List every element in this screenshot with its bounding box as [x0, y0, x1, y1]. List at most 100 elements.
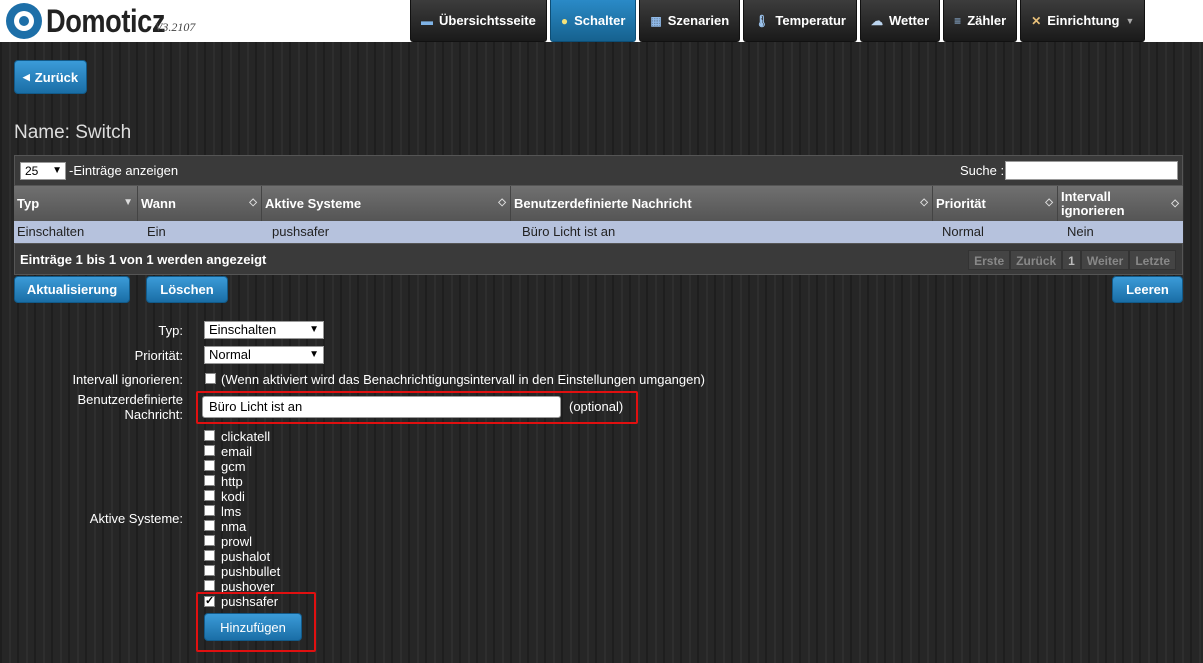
domoticz-logo-icon — [6, 3, 42, 39]
priority-label: Priorität: — [134, 348, 183, 363]
table-header: Typ ▼ Wann ◇ Aktive Systeme ◇ Benutzerde… — [14, 186, 1183, 221]
column-header-priority[interactable]: Priorität ◇ — [933, 186, 1058, 221]
message-input[interactable]: Büro Licht ist an — [202, 396, 561, 418]
search-label: Suche : — [960, 163, 1005, 178]
nav-switches[interactable]: ● Schalter — [549, 0, 637, 42]
pager-next[interactable]: Weiter — [1080, 250, 1130, 270]
column-header-wann[interactable]: Wann ◇ — [138, 186, 262, 221]
thermometer-icon: 🌡 — [754, 13, 770, 28]
type-select[interactable]: Einschalten ▼ — [204, 321, 324, 339]
nav-label: Schalter — [574, 13, 626, 28]
ignore-interval-label: Intervall ignorieren: — [72, 372, 183, 387]
back-button[interactable]: ◀ Zurück — [14, 60, 87, 94]
cell-typ: Einschalten — [17, 224, 85, 239]
system-label: http — [221, 474, 243, 489]
system-checkbox-http[interactable] — [204, 475, 215, 486]
system-label: lms — [221, 504, 242, 519]
top-bar: Domoticz V3.2107 ▬ Übersichtsseite ● Sch… — [0, 0, 1203, 42]
cell-wann: Ein — [147, 224, 166, 239]
column-header-ignore-interval[interactable]: Intervall ignorieren ◇ — [1058, 186, 1183, 221]
nav-label: Temperatur — [775, 13, 846, 28]
add-button[interactable]: Hinzufügen — [204, 613, 302, 641]
system-checkbox-prowl[interactable] — [204, 535, 215, 546]
message-label-line2: Nachricht: — [124, 407, 183, 422]
column-header-typ[interactable]: Typ ▼ — [14, 186, 138, 221]
system-label: clickatell — [221, 429, 271, 444]
tools-icon: ✕ — [1031, 13, 1042, 28]
message-optional-hint: (optional) — [569, 399, 624, 414]
nav-label: Szenarien — [667, 13, 730, 28]
pager-prev[interactable]: Zurück — [1010, 250, 1063, 270]
sort-desc-icon: ▼ — [123, 197, 133, 208]
column-label: Wann — [141, 196, 176, 211]
column-label: Aktive Systeme — [265, 196, 362, 211]
nav-label: Einrichtung — [1047, 13, 1120, 28]
page-size-value: 25 — [25, 164, 39, 178]
sort-icon: ◇ — [1171, 198, 1179, 209]
search-input[interactable] — [1005, 161, 1178, 180]
system-label: pushalot — [221, 549, 271, 564]
system-checkbox-email[interactable] — [204, 445, 215, 456]
cell-ignore-interval: Nein — [1067, 224, 1094, 239]
table-footer: Einträge 1 bis 1 von 1 werden angezeigt … — [14, 243, 1183, 275]
cell-active-systems: pushsafer — [272, 224, 330, 239]
lightbulb-icon: ● — [560, 13, 569, 28]
table-row[interactable]: Einschalten Ein pushsafer Büro Licht ist… — [14, 221, 1183, 243]
update-button[interactable]: Aktualisierung — [14, 276, 130, 303]
page-size-label: -Einträge anzeigen — [69, 163, 179, 178]
page-title: Name: Switch — [14, 122, 132, 143]
back-button-label: Zurück — [34, 69, 79, 85]
ignore-interval-hint: (Wenn aktiviert wird das Benachrichtigun… — [221, 372, 705, 387]
chevron-down-icon: ▼ — [1125, 15, 1135, 26]
chevron-down-icon: ▼ — [309, 324, 319, 335]
pager-page-1[interactable]: 1 — [1062, 250, 1081, 270]
cell-priority: Normal — [942, 224, 984, 239]
dashboard-icon: ▬ — [421, 13, 433, 28]
nav-utility[interactable]: ≡ Zähler — [943, 0, 1018, 42]
active-systems-label: Aktive Systeme: — [89, 511, 183, 526]
message-label-line1: Benutzerdefinierte — [77, 392, 183, 407]
app-name: Domoticz — [46, 2, 165, 39]
system-checkbox-kodi[interactable] — [204, 490, 215, 501]
pagination: Erste Zurück 1 Weiter Letzte — [968, 250, 1176, 270]
system-checkbox-clickatell[interactable] — [204, 430, 215, 441]
chevron-left-icon: ◀ — [22, 71, 30, 82]
nav-scenes[interactable]: ▦ Szenarien — [639, 0, 741, 42]
pager-last[interactable]: Letzte — [1129, 250, 1176, 270]
priority-select-value: Normal — [209, 347, 251, 362]
table-controls: 25 ▼ -Einträge anzeigen Suche : — [14, 155, 1183, 186]
column-header-message[interactable]: Benutzerdefinierte Nachricht ◇ — [511, 186, 933, 221]
delete-button[interactable]: Löschen — [146, 276, 228, 303]
column-header-active-systems[interactable]: Aktive Systeme ◇ — [262, 186, 511, 221]
system-checkbox-nma[interactable] — [204, 520, 215, 531]
system-label: kodi — [221, 489, 245, 504]
type-select-value: Einschalten — [209, 322, 277, 337]
system-label: pushbullet — [221, 564, 281, 579]
system-label: email — [221, 444, 253, 459]
nav-label: Übersichtsseite — [439, 13, 536, 28]
table-info: Einträge 1 bis 1 von 1 werden angezeigt — [20, 252, 267, 267]
pager-first[interactable]: Erste — [968, 250, 1011, 270]
type-label: Typ: — [158, 323, 183, 338]
column-label: Benutzerdefinierte Nachricht — [514, 196, 692, 211]
system-checkbox-gcm[interactable] — [204, 460, 215, 471]
nav-dashboard[interactable]: ▬ Übersichtsseite — [410, 0, 547, 42]
system-checkbox-lms[interactable] — [204, 505, 215, 516]
sort-icon: ◇ — [498, 197, 506, 208]
system-checkbox-pushalot[interactable] — [204, 550, 215, 561]
ignore-interval-checkbox[interactable] — [205, 373, 216, 384]
page-size-select[interactable]: 25 ▼ — [20, 162, 66, 180]
chevron-down-icon: ▼ — [52, 165, 62, 176]
column-label: Typ — [17, 196, 40, 211]
app-version: V3.2107 — [155, 20, 196, 34]
nav-setup[interactable]: ✕ Einrichtung ▼ — [1020, 0, 1146, 42]
clear-button[interactable]: Leeren — [1112, 276, 1183, 303]
priority-select[interactable]: Normal ▼ — [204, 346, 324, 364]
meter-icon: ≡ — [954, 13, 962, 28]
system-checkbox-pushover[interactable] — [204, 580, 215, 591]
system-checkbox-pushbullet[interactable] — [204, 565, 215, 576]
main-nav: ▬ Übersichtsseite ● Schalter ▦ Szenarien… — [410, 0, 1148, 42]
nav-weather[interactable]: ☁ Wetter — [859, 0, 941, 42]
nav-temperature[interactable]: 🌡 Temperatur — [743, 0, 857, 42]
system-label: nma — [221, 519, 247, 534]
